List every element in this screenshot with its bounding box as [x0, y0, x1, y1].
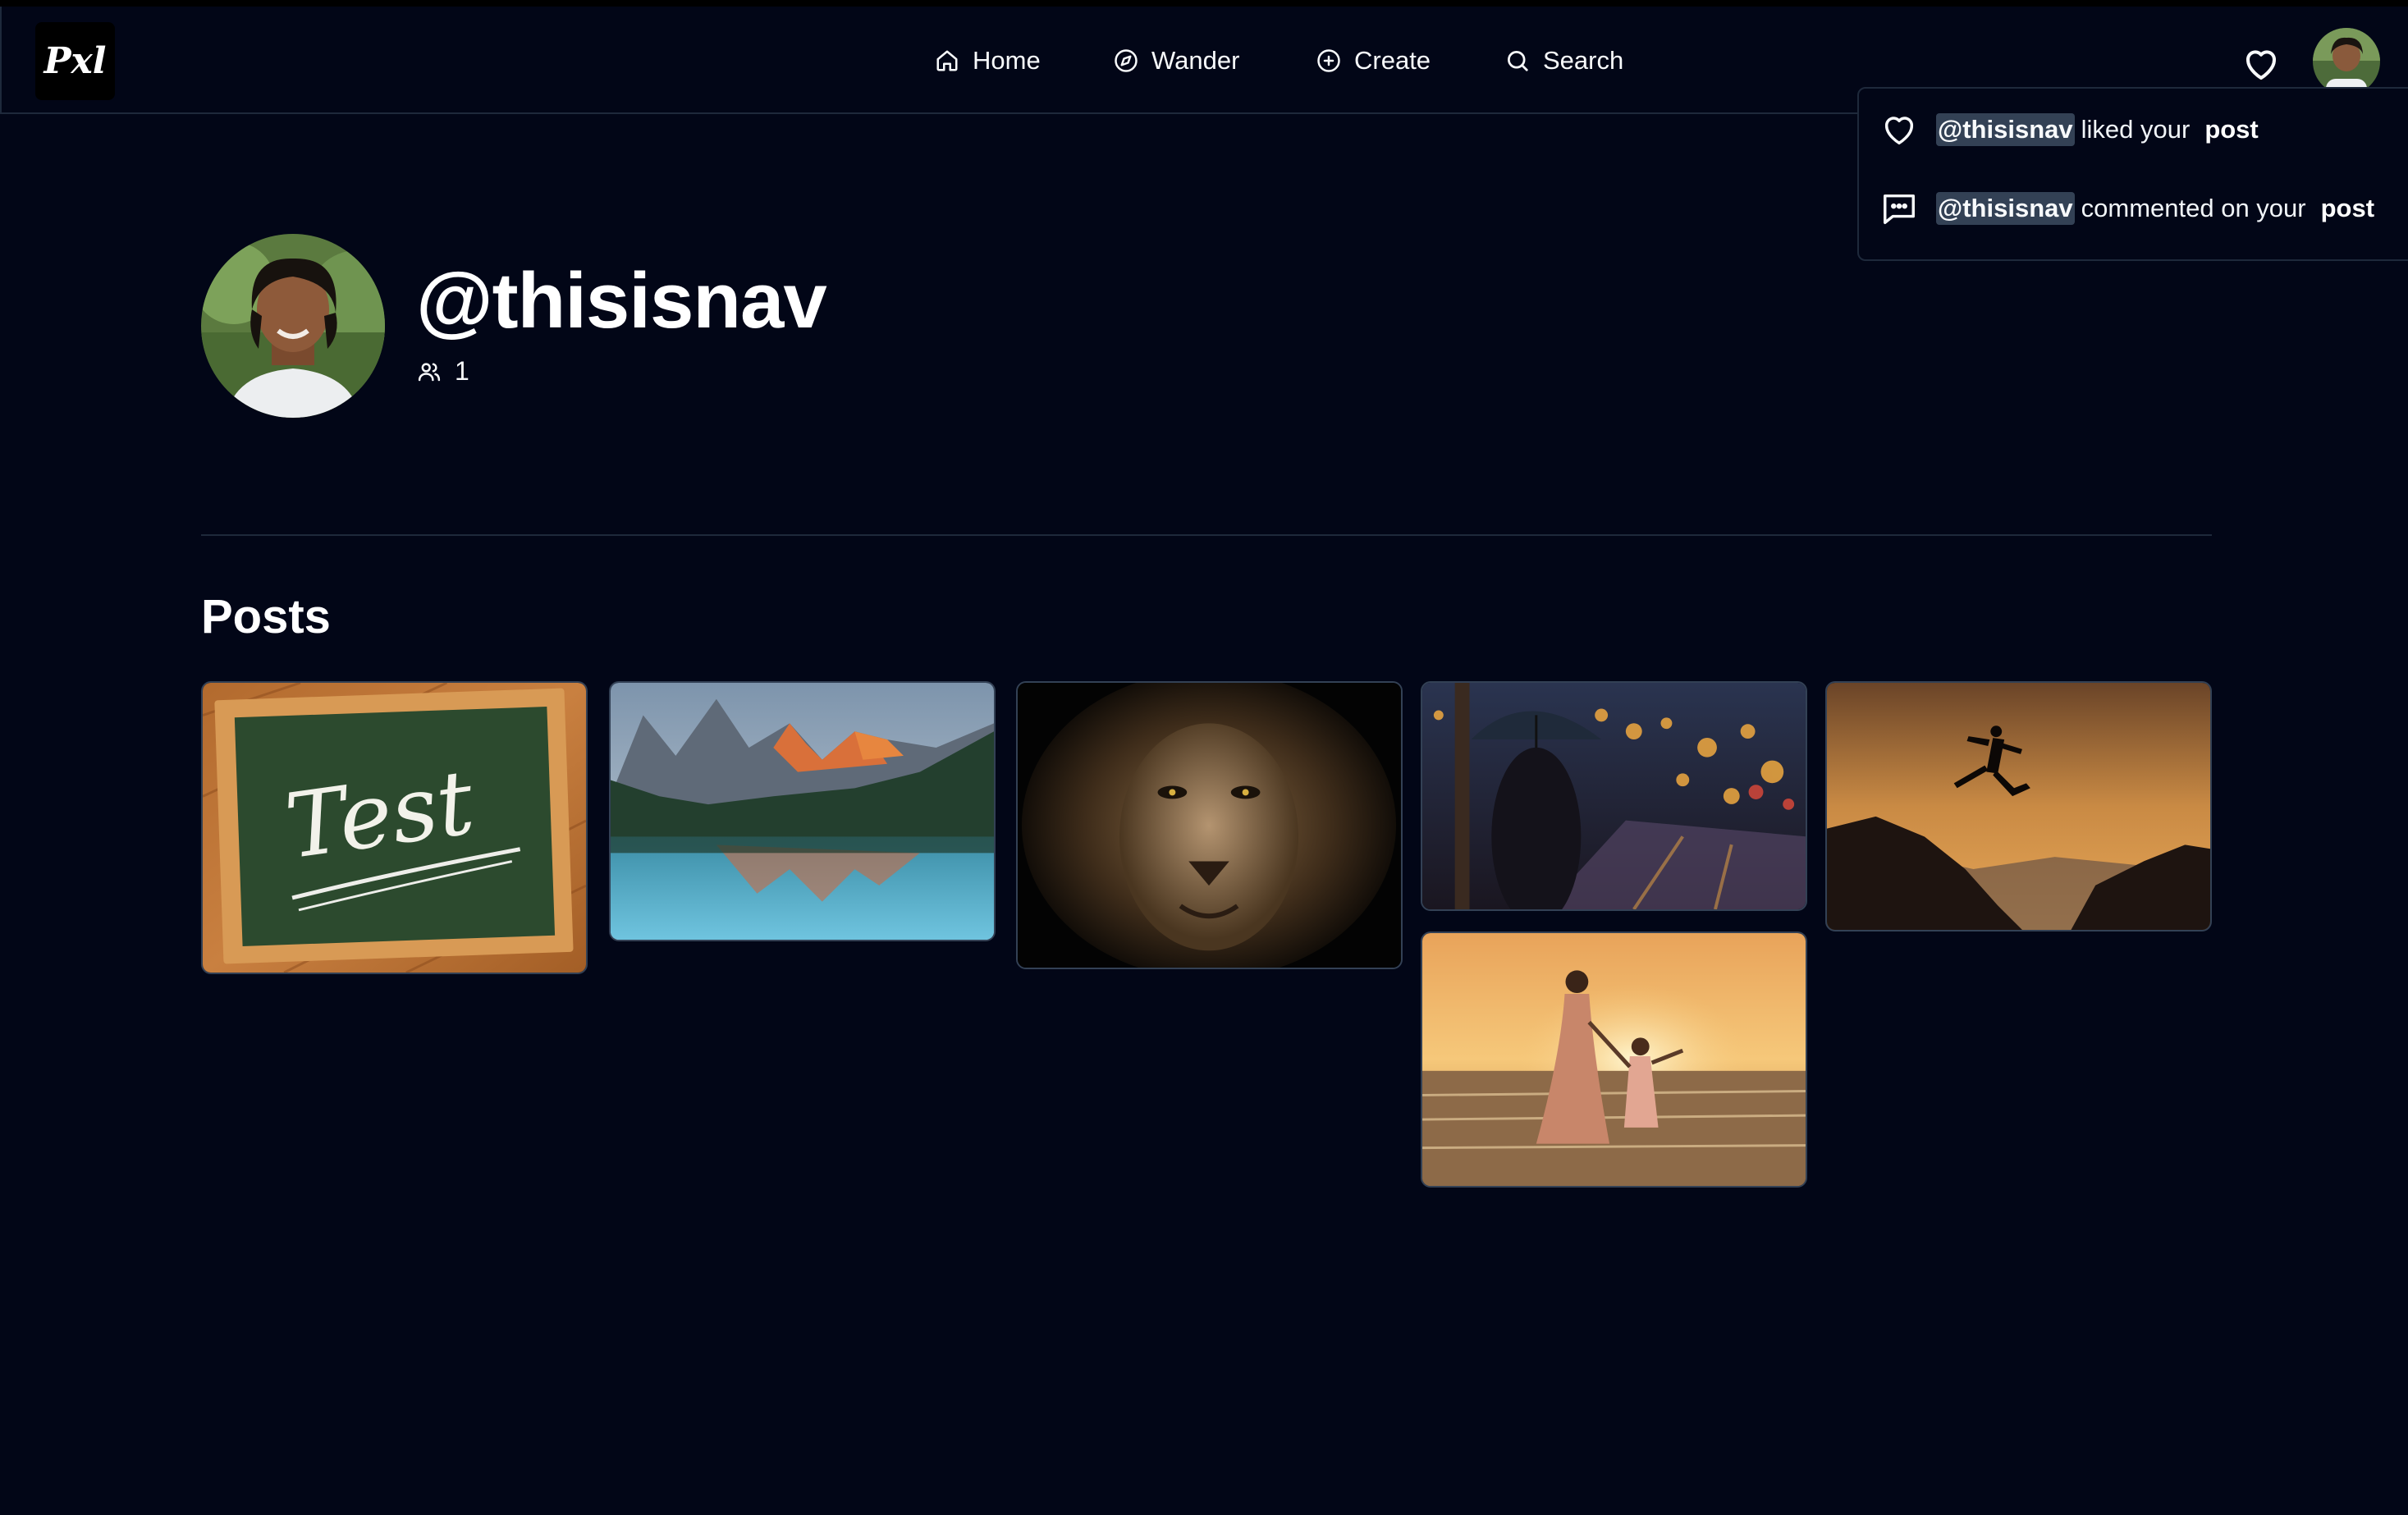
post-thumbnail[interactable] [609, 681, 996, 941]
notification-post-link[interactable]: post [2321, 194, 2374, 223]
post-thumbnail[interactable] [1016, 681, 1403, 969]
nav-search[interactable]: Search [1505, 39, 1623, 82]
post-thumbnail[interactable]: Test [201, 681, 588, 974]
home-icon [936, 50, 958, 71]
section-divider [201, 534, 2212, 536]
post-thumbnail[interactable] [1825, 681, 2212, 931]
plus-circle-icon [1317, 49, 1340, 72]
profile-avatar [201, 234, 385, 418]
post-thumbnail[interactable] [1421, 931, 1807, 1188]
nav-create-label: Create [1354, 46, 1431, 75]
followers-number: 1 [455, 356, 469, 386]
followers-count[interactable]: 1 [417, 356, 469, 387]
nav-wander[interactable]: Wander [1114, 39, 1239, 82]
heart-icon [1884, 117, 1914, 145]
notification-item[interactable]: @thisisnav commented on your post [1880, 184, 2374, 233]
nav-wander-label: Wander [1151, 46, 1240, 75]
nav-home-label: Home [973, 46, 1041, 75]
notification-item[interactable]: @thisisnav liked your post [1880, 105, 2259, 154]
beach-sunset-image [1422, 933, 1806, 1186]
comment-icon [1884, 194, 1915, 224]
profile-username: @thisisnav [416, 257, 827, 345]
compass-icon [1115, 49, 1138, 72]
window-top-strip [0, 0, 2408, 7]
nav-create[interactable]: Create [1316, 39, 1431, 82]
posts-heading: Posts [201, 590, 331, 643]
post-thumbnail[interactable] [1421, 681, 1807, 911]
mountain-lake-image [611, 683, 994, 940]
chalkboard-image: Test [203, 683, 586, 973]
umbrella-night-image [1422, 683, 1806, 909]
lion-image [1018, 683, 1401, 968]
nav-home[interactable]: Home [935, 39, 1041, 82]
notification-text: commented on your [2081, 194, 2306, 222]
notification-handle[interactable]: @thisisnav [1936, 113, 2075, 146]
notification-post-link[interactable]: post [2204, 115, 2258, 144]
jump-sunset-image [1827, 683, 2210, 930]
nav-search-label: Search [1543, 46, 1624, 75]
notifications-dropdown: @thisisnav liked your post @thisisnav co… [1857, 87, 2408, 261]
search-icon [1508, 51, 1528, 71]
notification-handle[interactable]: @thisisnav [1936, 192, 2075, 225]
users-icon [418, 362, 441, 381]
heart-icon[interactable] [2241, 44, 2282, 84]
notification-text: liked your [2081, 115, 2191, 144]
user-avatar[interactable] [2313, 28, 2380, 95]
